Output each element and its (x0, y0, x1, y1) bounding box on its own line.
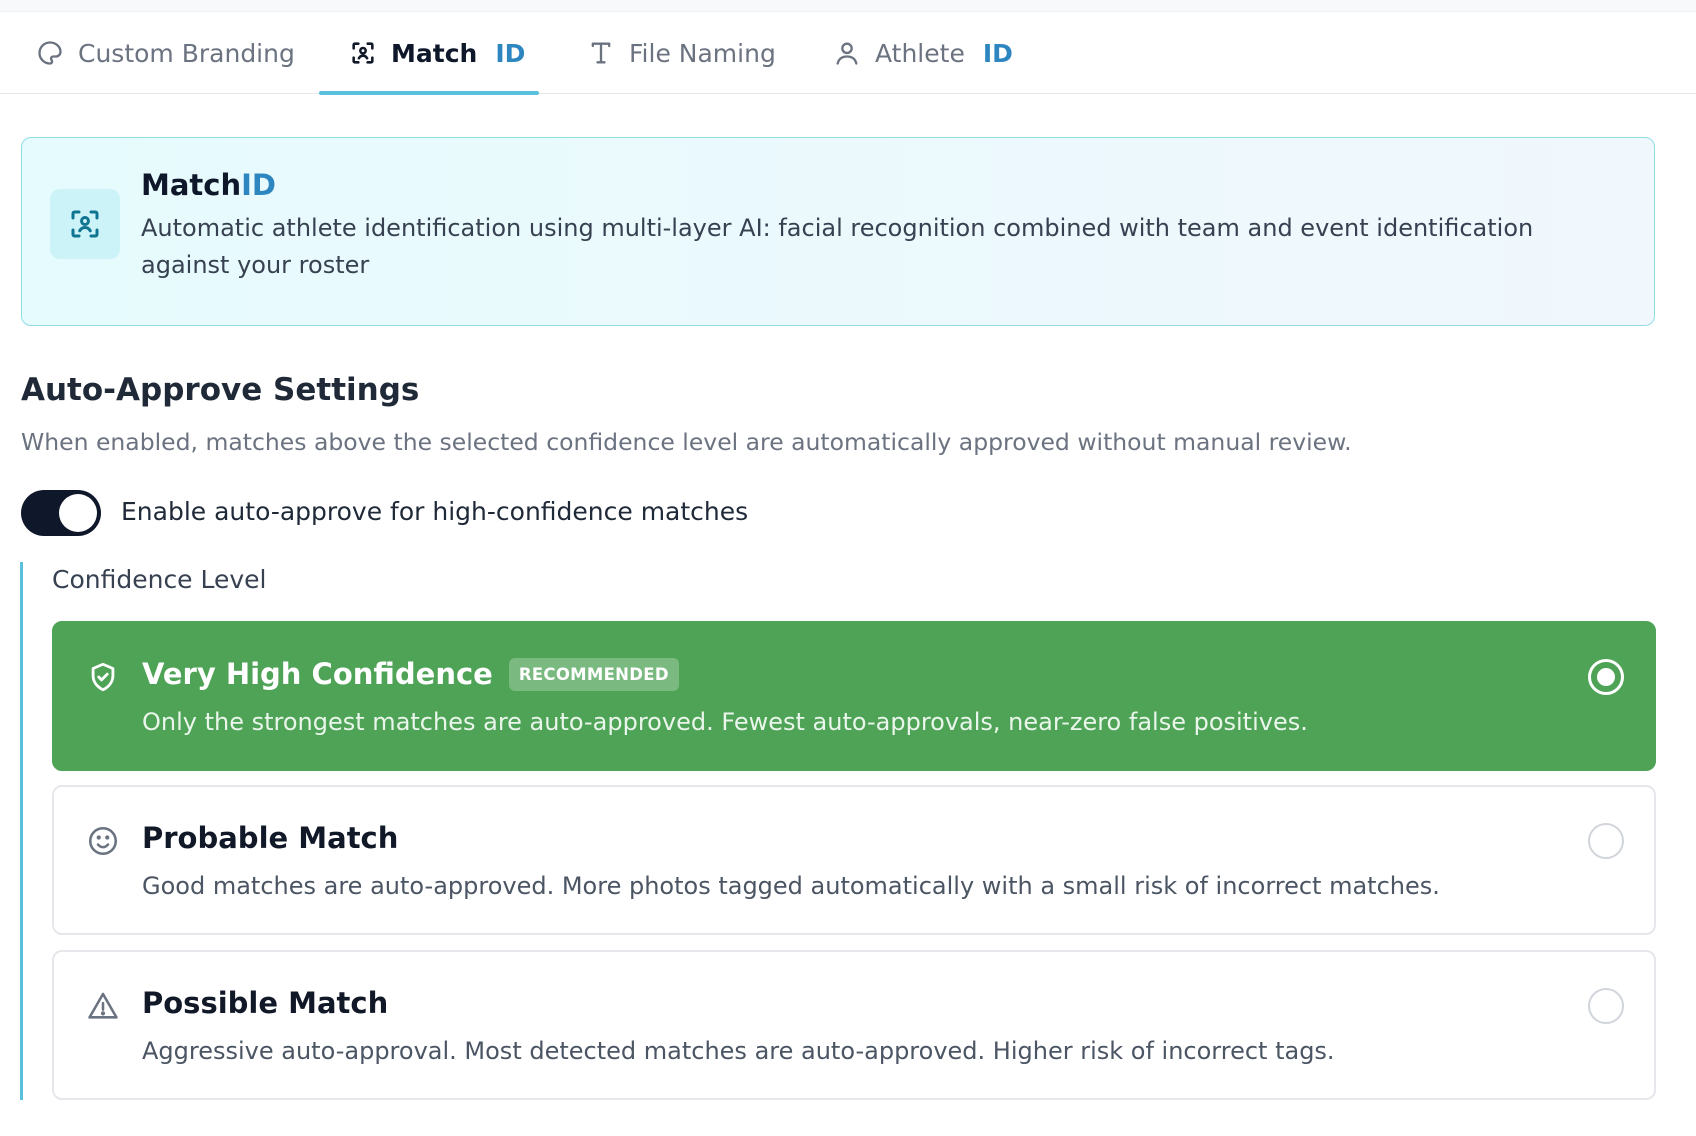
banner-title-accent: ID (241, 168, 277, 202)
text-icon (587, 39, 615, 67)
user-icon (833, 39, 861, 67)
radio-selected[interactable] (1588, 659, 1624, 695)
tab-match-id[interactable]: Match ID (319, 12, 539, 95)
tab-label: File Naming (629, 38, 776, 68)
warning-icon (85, 988, 121, 1024)
shield-check-icon (85, 659, 121, 695)
section-description: When enabled, matches above the selected… (21, 428, 1352, 456)
tab-label: Athlete (875, 38, 965, 68)
section-title: Auto-Approve Settings (21, 372, 420, 408)
face-scan-icon (349, 39, 377, 67)
tab-athlete-id[interactable]: Athlete ID (803, 12, 1043, 94)
top-strip (0, 0, 1696, 12)
option-description: Only the strongest matches are auto-appr… (142, 708, 1308, 736)
matchid-info-banner: MatchID Automatic athlete identification… (21, 137, 1655, 326)
option-title: Possible Match (142, 986, 389, 1020)
option-title-row: Probable Match (142, 821, 398, 855)
banner-title: MatchID (141, 168, 277, 202)
radio-unselected[interactable] (1588, 823, 1624, 859)
smile-icon (85, 823, 121, 859)
option-title-row: Possible Match (142, 986, 388, 1020)
confidence-accent-bar (20, 562, 23, 1100)
tab-label-accent: ID (495, 38, 526, 68)
option-title: Probable Match (142, 821, 399, 855)
recommended-badge: RECOMMENDED (508, 657, 679, 691)
auto-approve-toggle[interactable] (21, 490, 101, 536)
tab-file-naming[interactable]: File Naming (557, 12, 806, 94)
radio-dot (1597, 668, 1615, 686)
toggle-label: Enable auto-approve for high-confidence … (121, 497, 749, 526)
option-very-high-confidence[interactable]: Very High Confidence RECOMMENDED Only th… (52, 621, 1656, 771)
option-title: Very High Confidence (142, 657, 493, 691)
option-description: Aggressive auto-approval. Most detected … (142, 1037, 1335, 1065)
tab-label-accent: ID (982, 38, 1013, 68)
tab-custom-branding[interactable]: Custom Branding (6, 12, 325, 94)
option-probable-match[interactable]: Probable Match Good matches are auto-app… (52, 785, 1656, 935)
option-possible-match[interactable]: Possible Match Aggressive auto-approval.… (52, 950, 1656, 1100)
face-scan-icon (50, 189, 120, 259)
option-description: Good matches are auto-approved. More pho… (142, 872, 1440, 900)
tab-label: Custom Branding (78, 38, 295, 68)
toggle-knob (59, 494, 97, 532)
palette-icon (36, 39, 64, 67)
tab-label: Match (391, 38, 478, 68)
confidence-level-label: Confidence Level (52, 565, 267, 594)
banner-description: Automatic athlete identification using m… (141, 214, 1534, 279)
option-title-row: Very High Confidence RECOMMENDED (142, 657, 679, 691)
radio-unselected[interactable] (1588, 988, 1624, 1024)
tab-bar: Custom Branding Match ID File Naming Ath… (0, 12, 1696, 95)
